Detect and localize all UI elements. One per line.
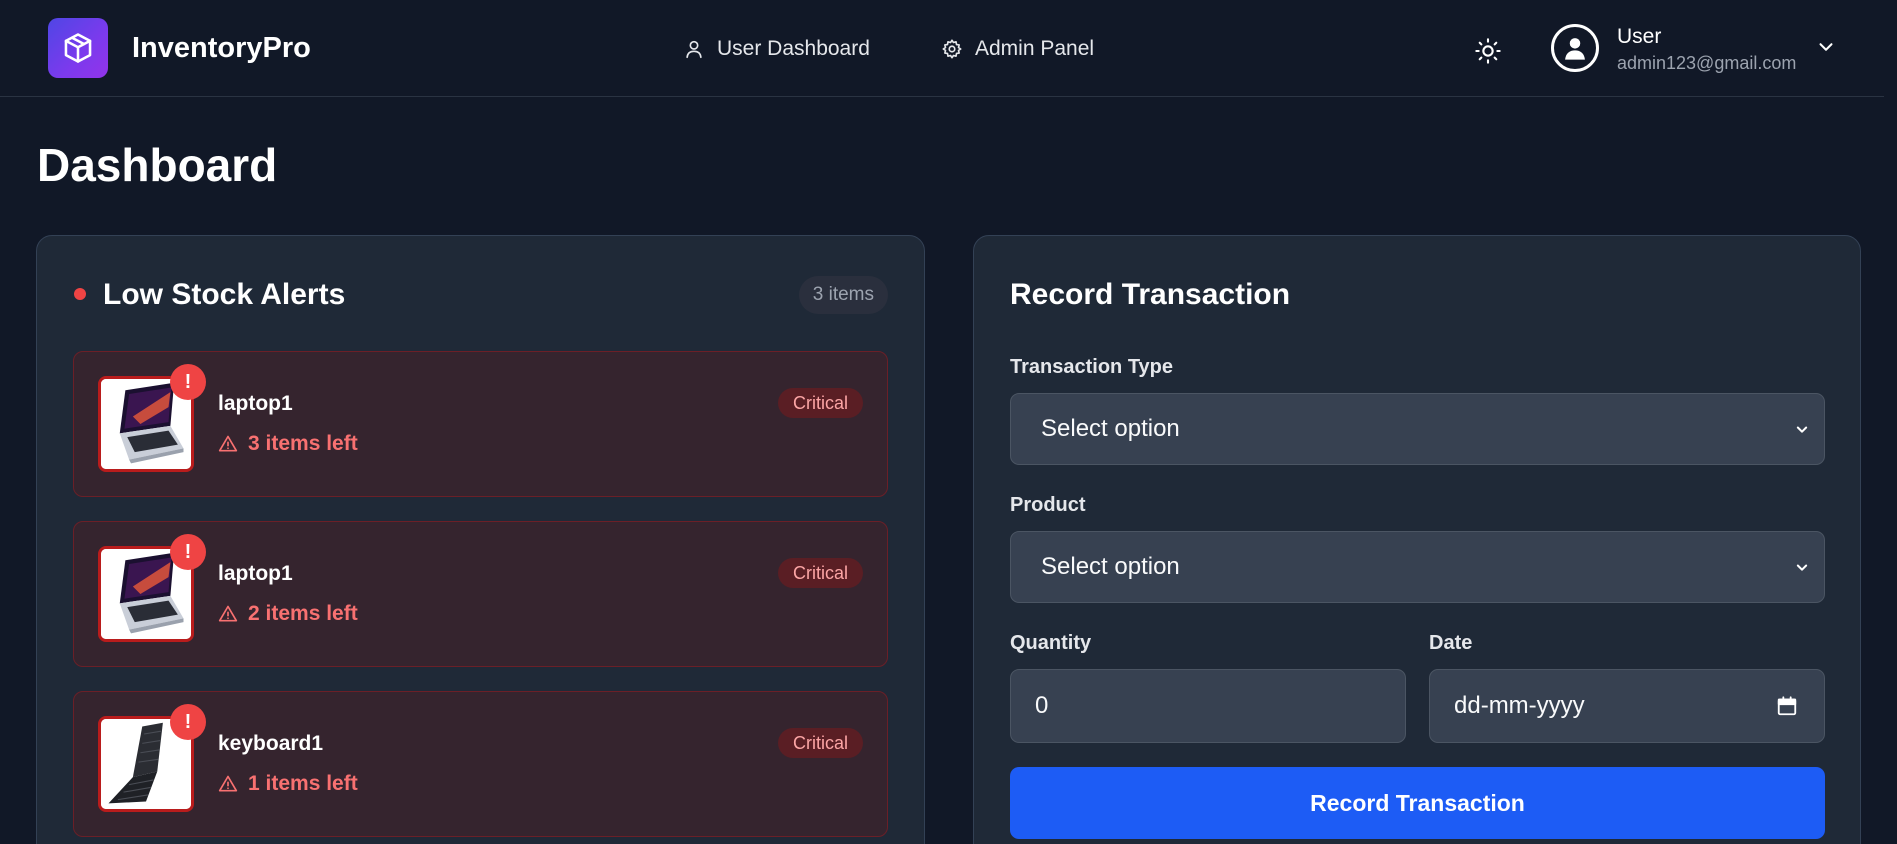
logo[interactable]	[48, 18, 108, 78]
stock-left: 2 items left	[218, 602, 358, 626]
user-icon	[686, 40, 702, 59]
chevron-down-icon[interactable]	[1815, 36, 1837, 58]
date-placeholder: dd-mm-yyyy	[1454, 692, 1585, 719]
user-circle-icon	[1565, 38, 1585, 60]
record-transaction-title: Record Transaction	[1010, 278, 1291, 311]
quantity-input[interactable]: 0	[1010, 669, 1406, 743]
page-title: Dashboard	[37, 139, 278, 191]
alert-card[interactable]: ! laptop1 3 items left Critical	[73, 351, 888, 497]
alert-dot	[74, 288, 86, 300]
critical-badge: Critical	[777, 558, 863, 588]
exclamation-icon: !	[170, 534, 206, 570]
transaction-type-label: Transaction Type	[1010, 356, 1174, 378]
product-value: Select option	[1041, 553, 1180, 580]
brand-name[interactable]: InventoryPro	[132, 32, 311, 65]
calendar-icon[interactable]	[1776, 695, 1798, 717]
exclamation-icon: !	[170, 704, 206, 740]
critical-badge: Critical	[777, 388, 863, 418]
record-transaction-button[interactable]: Record Transaction	[1010, 767, 1825, 839]
chevron-down-icon	[1796, 426, 1808, 433]
transaction-type-select[interactable]: Select option	[1010, 393, 1825, 465]
cube-icon	[64, 33, 92, 63]
user-email: admin123@gmail.com	[1617, 53, 1797, 73]
alert-card[interactable]: ! laptop1 2 items left Critical	[73, 521, 888, 667]
nav-user-dashboard[interactable]: User Dashboard	[683, 34, 870, 64]
quantity-label: Quantity	[1010, 632, 1092, 654]
stock-left-text: 3 items left	[248, 432, 358, 455]
scrollbar-gutter	[1884, 0, 1897, 844]
stock-left-text: 2 items left	[248, 602, 358, 625]
top-navbar: InventoryPro User Dashboard Admin Panel …	[0, 0, 1897, 97]
transaction-type-value: Select option	[1041, 415, 1180, 442]
product-name: laptop1	[218, 562, 293, 585]
product-select[interactable]: Select option	[1010, 531, 1825, 603]
stock-left: 1 items left	[218, 772, 358, 796]
gear-icon	[942, 39, 962, 59]
date-input[interactable]: dd-mm-yyyy	[1429, 669, 1825, 743]
warning-triangle-icon	[218, 435, 238, 452]
product-name: laptop1	[218, 392, 293, 415]
sun-icon	[1475, 38, 1501, 64]
product-name: keyboard1	[218, 732, 324, 755]
warning-triangle-icon	[218, 775, 238, 792]
nav-user-dashboard-label: User Dashboard	[717, 37, 870, 60]
avatar[interactable]	[1551, 24, 1599, 72]
critical-badge: Critical	[777, 728, 863, 758]
chevron-down-icon	[1796, 564, 1808, 571]
quantity-value: 0	[1035, 692, 1049, 719]
date-label: Date	[1429, 632, 1473, 654]
theme-toggle-button[interactable]	[1470, 33, 1506, 69]
record-transaction-panel: Record Transaction Transaction Type Sele…	[973, 235, 1861, 844]
warning-triangle-icon	[218, 605, 238, 622]
low-stock-panel: Low Stock Alerts 3 items ! laptop1 3 ite…	[36, 235, 925, 844]
stock-left-text: 1 items left	[248, 772, 358, 795]
exclamation-icon: !	[170, 364, 206, 400]
user-name: User	[1617, 25, 1662, 48]
items-count-badge: 3 items	[798, 276, 888, 314]
nav-admin-panel-label: Admin Panel	[975, 37, 1095, 60]
low-stock-title: Low Stock Alerts	[103, 278, 346, 311]
product-label: Product	[1010, 494, 1086, 516]
alert-card[interactable]: ! keyboard1 1 items left Critical	[73, 691, 888, 837]
nav-admin-panel[interactable]: Admin Panel	[941, 34, 1094, 64]
stock-left: 3 items left	[218, 432, 358, 456]
